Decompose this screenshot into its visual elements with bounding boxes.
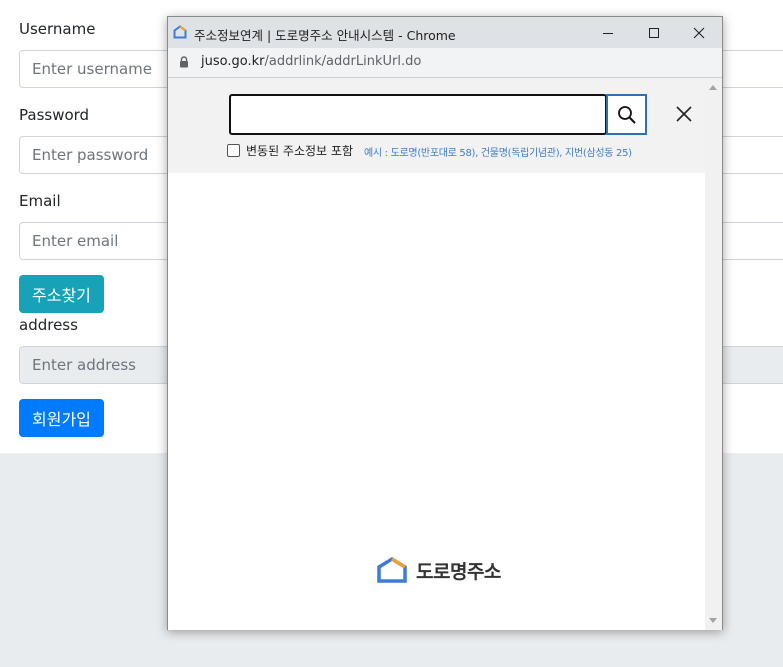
popup-content: 변동된 주소정보 포함 예시 : 도로명(반포대로 58), 건물명(독립기념관…	[168, 78, 705, 630]
search-panel: 변동된 주소정보 포함 예시 : 도로명(반포대로 58), 건물명(독립기념관…	[168, 78, 705, 173]
address-search-popup-window: 주소정보연계 | 도로명주소 안내시스템 - Chrome juso.go.kr…	[167, 16, 723, 630]
scroll-up-icon[interactable]	[709, 85, 717, 90]
juso-logo-text: 도로명주소	[416, 560, 501, 583]
email-label: Email	[19, 192, 61, 210]
juso-logo: 도로명주소	[376, 556, 501, 584]
search-example-text: 예시 : 도로명(반포대로 58), 건물명(독립기념관), 지번(삼성동 25…	[364, 148, 632, 159]
url-path: /addrlink/addrLinkUrl.do	[264, 54, 422, 69]
search-icon	[617, 105, 636, 124]
password-label: Password	[19, 106, 90, 124]
include-changed-checkbox[interactable]	[227, 144, 240, 157]
minimize-icon[interactable]	[585, 17, 631, 48]
popup-scrollbar[interactable]	[705, 78, 722, 630]
juso-logo-house-icon	[377, 556, 407, 583]
address-label: address	[19, 316, 78, 334]
search-button[interactable]	[606, 94, 647, 135]
username-label: Username	[19, 20, 96, 38]
juso-favicon-icon	[173, 25, 187, 39]
include-changed-label: 변동된 주소정보 포함	[246, 144, 353, 158]
maximize-icon[interactable]	[631, 17, 677, 48]
popup-titlebar[interactable]: 주소정보연계 | 도로명주소 안내시스템 - Chrome	[168, 17, 722, 48]
popup-title: 주소정보연계 | 도로명주소 안내시스템 - Chrome	[194, 28, 456, 43]
popup-address-bar: juso.go.kr/addrlink/addrLinkUrl.do	[168, 48, 722, 78]
close-search-icon[interactable]	[673, 103, 695, 125]
signup-button[interactable]: 회원가입	[19, 399, 104, 437]
address-search-input[interactable]	[229, 94, 607, 135]
url-domain: juso.go.kr	[201, 54, 265, 69]
scroll-down-icon[interactable]	[709, 618, 717, 623]
popup-url: juso.go.kr/addrlink/addrLinkUrl.do	[201, 54, 421, 69]
lock-icon	[180, 56, 188, 68]
find-address-button[interactable]: 주소찾기	[19, 275, 104, 313]
close-window-icon[interactable]	[676, 17, 722, 48]
